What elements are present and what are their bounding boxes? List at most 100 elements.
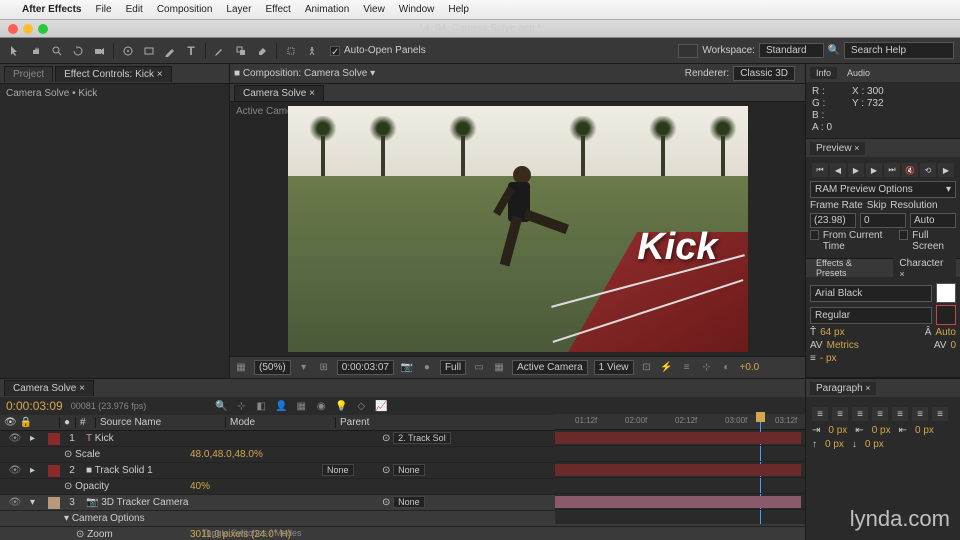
menu-composition[interactable]: Composition [157, 4, 213, 15]
text-tool[interactable]: T [182, 42, 200, 60]
toggle-switches-button[interactable]: Toggle Switches / Modes [200, 526, 304, 540]
motion-blur-icon[interactable]: ◉ [314, 399, 328, 413]
search-layers-icon[interactable]: 🔍 [214, 399, 228, 413]
exposure-value[interactable]: +0.0 [740, 362, 760, 373]
layer-bar-kick[interactable] [555, 432, 801, 444]
comp-mini-flowchart-icon[interactable]: ⊹ [234, 399, 248, 413]
time-ruler[interactable]: 01:12f 02:00f 02:12f 03:00f 03:12f [555, 414, 805, 430]
window-zoom-button[interactable] [38, 24, 48, 34]
layer-color-swatch[interactable] [48, 497, 60, 509]
menu-edit[interactable]: Edit [126, 4, 143, 15]
timeline-timecode[interactable]: 0:00:03:09 [6, 399, 63, 413]
transparency-grid-icon[interactable]: ▦ [492, 361, 506, 375]
composition-viewer[interactable]: Active Camera [230, 102, 805, 356]
rectangle-tool[interactable] [140, 42, 158, 60]
timeline-tracks-area[interactable]: 01:12f 02:00f 02:12f 03:00f 03:12f [555, 414, 805, 524]
camera-tool[interactable] [90, 42, 108, 60]
scale-value[interactable]: 48.0,48.0,48.0% [190, 449, 300, 460]
grid-icon[interactable]: ⊞ [317, 361, 331, 375]
from-current-checkbox[interactable] [810, 230, 819, 240]
kerning-value[interactable]: Metrics [827, 340, 859, 351]
menu-view[interactable]: View [363, 4, 385, 15]
space-before-value[interactable]: 0 px [825, 439, 844, 450]
frame-blend-icon[interactable]: ▦ [294, 399, 308, 413]
tab-paragraph[interactable]: Paragraph × [810, 382, 876, 395]
menu-layer[interactable]: Layer [226, 4, 251, 15]
leading-value[interactable]: Auto [935, 327, 956, 338]
auto-open-checkbox[interactable]: ✓ [330, 46, 340, 56]
timeline-icon[interactable]: ≡ [680, 361, 694, 375]
eraser-tool[interactable] [253, 42, 271, 60]
brush-tool[interactable] [211, 42, 229, 60]
preview-res-field[interactable]: Auto [910, 213, 956, 228]
stroke-width-value[interactable]: - px [820, 353, 837, 364]
layer-color-swatch[interactable] [48, 465, 60, 477]
indent-left-value[interactable]: 0 px [828, 425, 847, 436]
window-minimize-button[interactable] [23, 24, 33, 34]
first-frame-button[interactable]: ⏮ [812, 163, 828, 177]
next-frame-button[interactable]: ▶ [866, 163, 882, 177]
hand-tool[interactable] [27, 42, 45, 60]
selection-tool[interactable] [6, 42, 24, 60]
layer-bar-3d-tracker[interactable] [555, 496, 801, 508]
loop-button[interactable]: ⟲ [920, 163, 936, 177]
menu-file[interactable]: File [95, 4, 111, 15]
parent-dropdown[interactable]: None [393, 464, 425, 476]
menu-help[interactable]: Help [448, 4, 469, 15]
window-close-button[interactable] [8, 24, 18, 34]
blend-mode-dropdown[interactable]: None [322, 464, 354, 476]
graph-editor-icon[interactable]: 📈 [374, 399, 388, 413]
parent-dropdown[interactable]: None [393, 496, 425, 508]
timeline-tab[interactable]: Camera Solve × [4, 380, 94, 396]
resolution-icon[interactable]: ▾ [297, 361, 311, 375]
parent-dropdown[interactable]: 2. Track Sol [393, 432, 451, 444]
ram-preview-button[interactable]: ▶ [938, 163, 954, 177]
visibility-toggle[interactable]: 👁 [0, 433, 30, 444]
play-button[interactable]: ▶ [848, 163, 864, 177]
tab-preview[interactable]: Preview × [810, 142, 865, 155]
workspace-icon[interactable] [678, 44, 698, 58]
prev-frame-button[interactable]: ◀ [830, 163, 846, 177]
fill-color-swatch[interactable] [936, 283, 956, 303]
workspace-dropdown[interactable]: Standard [759, 43, 824, 58]
draft-3d-icon[interactable]: ◧ [254, 399, 268, 413]
font-style-dropdown[interactable]: Regular [810, 307, 932, 324]
indent-first-value[interactable]: 0 px [872, 425, 891, 436]
frame-rate-field[interactable]: (23.98) [810, 213, 856, 228]
channel-icon[interactable]: ● [420, 361, 434, 375]
justify-all-button[interactable]: ≡ [932, 407, 948, 421]
roi-icon[interactable]: ▭ [472, 361, 486, 375]
last-frame-button[interactable]: ⏭ [884, 163, 900, 177]
zoom-dropdown[interactable]: (50%) [254, 360, 291, 375]
zoom-tool[interactable] [48, 42, 66, 60]
menu-effect[interactable]: Effect [265, 4, 290, 15]
roto-tool[interactable] [282, 42, 300, 60]
pixel-aspect-icon[interactable]: ⊡ [640, 361, 654, 375]
indent-right-value[interactable]: 0 px [915, 425, 934, 436]
pan-behind-tool[interactable] [119, 42, 137, 60]
layer-color-swatch[interactable] [48, 433, 60, 445]
layer-bar-track-solid[interactable] [555, 464, 801, 476]
rotation-tool[interactable] [69, 42, 87, 60]
align-left-button[interactable]: ≡ [812, 407, 828, 421]
property-zoom[interactable]: ⊙ Zoom 3011.0 pixels (24.0° H) [0, 527, 805, 540]
tracking-value[interactable]: 0 [950, 340, 956, 351]
col-source-name[interactable]: Source Name [96, 417, 226, 428]
justify-last-center-button[interactable]: ≡ [892, 407, 908, 421]
search-help-input[interactable]: Search Help [844, 42, 954, 59]
tab-project[interactable]: Project [4, 66, 53, 82]
clone-tool[interactable] [232, 42, 250, 60]
menu-window[interactable]: Window [399, 4, 435, 15]
space-after-value[interactable]: 0 px [865, 439, 884, 450]
menu-app[interactable]: After Effects [22, 4, 81, 15]
resolution-dropdown[interactable]: Full [440, 360, 466, 375]
tab-effect-controls[interactable]: Effect Controls: Kick × [55, 66, 171, 82]
exposure-reset-icon[interactable]: ◐ [720, 361, 734, 375]
mute-button[interactable]: 🔇 [902, 163, 918, 177]
mask-toggle-icon[interactable]: ▦ [234, 361, 248, 375]
hide-shy-icon[interactable]: 👤 [274, 399, 288, 413]
auto-keyframe-icon[interactable]: ◇ [354, 399, 368, 413]
justify-last-left-button[interactable]: ≡ [872, 407, 888, 421]
comp-flowchart-icon[interactable]: ⊹ [700, 361, 714, 375]
puppet-tool[interactable] [303, 42, 321, 60]
